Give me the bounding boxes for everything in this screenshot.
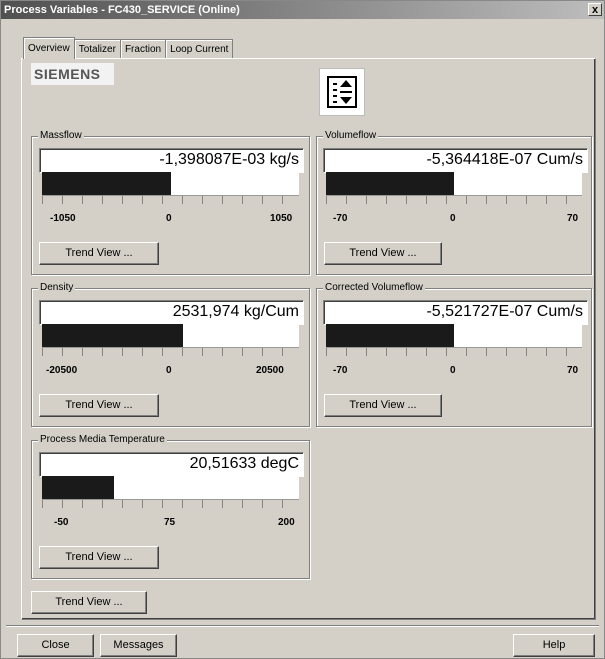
temperature-ticks [42,499,299,508]
massflow-trend-view-button[interactable]: Trend View ... [39,242,159,265]
temperature-value: 20,51633 degC [189,455,299,472]
corrected-volumeflow-ticks [326,347,582,356]
temperature-bar [42,476,299,508]
volumeflow-ticks [326,195,582,204]
siemens-logo: SIEMENS [31,63,114,85]
footer-separator [6,625,599,627]
corrected-volumeflow-value-box: -5,521727E-07 Cum/s [323,300,588,325]
close-button[interactable]: Close [17,634,94,657]
massflow-value-box: -1,398087E-03 kg/s [39,148,304,173]
corrected-volumeflow-group: Corrected Volumeflow -5,521727E-07 Cum/s… [316,282,592,427]
density-value-box: 2531,974 kg/Cum [39,300,304,325]
volumeflow-value-box: -5,364418E-07 Cum/s [323,148,588,173]
density-ticks [42,347,299,356]
massflow-label: Massflow [38,130,84,142]
corrected-volumeflow-trend-view-button[interactable]: Trend View ... [324,394,442,417]
temperature-group: Process Media Temperature 20,51633 degC … [31,434,310,579]
density-value: 2531,974 kg/Cum [172,303,299,320]
corrected-volumeflow-bar-fill [326,324,454,347]
corrected-volumeflow-scale-min: -70 [333,365,348,376]
density-scale-max: 20500 [256,365,284,376]
volumeflow-trend-view-button[interactable]: Trend View ... [324,242,442,265]
density-group: Density 2531,974 kg/Cum -20500 0 20500 T… [31,282,310,427]
density-scale-min: -20500 [46,365,78,376]
massflow-ticks [42,195,299,204]
window-title: Process Variables - FC430_SERVICE (Onlin… [4,4,240,16]
corrected-volumeflow-label: Corrected Volumeflow [323,282,425,294]
corrected-volumeflow-scale-max: 70 [567,365,579,376]
volumeflow-scale-max: 70 [567,213,579,224]
volumeflow-bar-fill [326,172,454,195]
process-variables-window: Process Variables - FC430_SERVICE (Onlin… [0,0,605,659]
massflow-scale-mid: 0 [166,213,172,224]
tab-fraction[interactable]: Fraction [119,39,167,59]
corrected-volumeflow-scale-mid: 0 [450,365,456,376]
massflow-group: Massflow -1,398087E-03 kg/s -1050 0 1050… [31,130,310,275]
temperature-scale-min: -50 [54,517,69,528]
density-bar [42,324,299,356]
trend-view-all-button[interactable]: Trend View ... [31,591,147,614]
temperature-label: Process Media Temperature [38,434,167,446]
volumeflow-group: Volumeflow -5,364418E-07 Cum/s -70 0 70 … [316,130,592,275]
density-scale-mid: 0 [166,365,172,376]
volumeflow-bar [326,172,582,204]
close-icon[interactable]: x [588,3,602,16]
flow-sensor-icon [319,68,365,116]
title-bar: Process Variables - FC430_SERVICE (Onlin… [1,1,604,19]
density-trend-view-button[interactable]: Trend View ... [39,394,159,417]
massflow-scale-max: 1050 [270,213,293,224]
corrected-volumeflow-value: -5,521727E-07 Cum/s [426,303,583,320]
tab-totalizer[interactable]: Totalizer [73,39,121,59]
volumeflow-label: Volumeflow [323,130,379,142]
massflow-scale-min: -1050 [50,213,76,224]
density-label: Density [38,282,76,294]
corrected-volumeflow-bar [326,324,582,356]
temperature-value-box: 20,51633 degC [39,452,304,477]
messages-button[interactable]: Messages [100,634,177,657]
massflow-bar [42,172,299,204]
tab-overview[interactable]: Overview [23,37,75,59]
volumeflow-scale-mid: 0 [450,213,456,224]
tab-loop-current[interactable]: Loop Current [165,39,234,59]
temperature-trend-view-button[interactable]: Trend View ... [39,546,159,569]
temperature-bar-fill [42,476,114,499]
massflow-bar-fill [42,172,171,195]
volumeflow-value: -5,364418E-07 Cum/s [426,151,583,168]
volumeflow-scale-min: -70 [333,213,348,224]
tab-strip: Overview Totalizer Fraction Loop Current [23,37,234,59]
help-button[interactable]: Help [513,634,595,657]
temperature-scale-mid: 75 [164,517,176,528]
density-bar-fill [42,324,184,347]
massflow-value: -1,398087E-03 kg/s [159,151,299,168]
temperature-scale-max: 200 [278,517,295,528]
